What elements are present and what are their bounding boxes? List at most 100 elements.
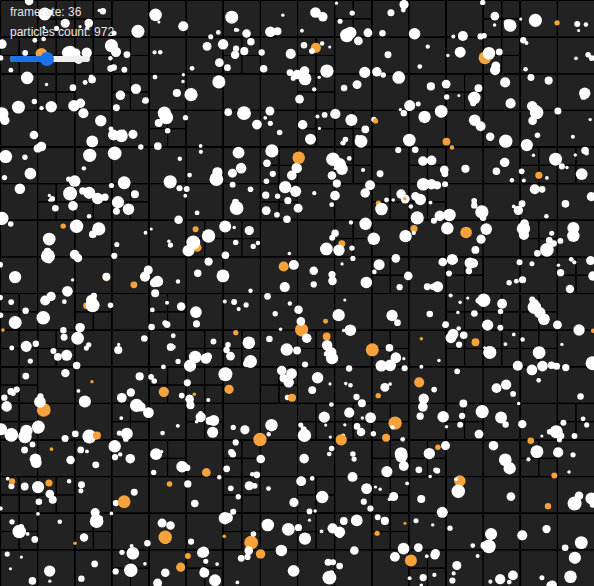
quadtree-cell — [390, 330, 409, 348]
particle — [547, 429, 553, 435]
particle — [80, 533, 88, 541]
quadtree-cell — [557, 184, 594, 221]
particle — [166, 521, 174, 529]
particle — [512, 333, 516, 337]
quadtree-cell — [112, 403, 131, 421]
quadtree-cell — [260, 403, 297, 440]
quadtree-cell — [75, 257, 112, 294]
particle — [154, 142, 162, 150]
particle — [390, 552, 400, 562]
particle — [9, 567, 12, 570]
quadtree-cell — [465, 92, 484, 110]
quadtree-cell — [576, 147, 594, 165]
quadtree-cell — [427, 458, 446, 476]
quadtree-cell — [446, 513, 483, 550]
quadtree-cell — [75, 147, 112, 184]
particle — [378, 488, 382, 492]
particle — [288, 394, 296, 402]
particle — [277, 366, 287, 376]
particle — [296, 476, 306, 486]
particle — [351, 515, 363, 527]
particle — [447, 254, 458, 265]
particle — [204, 257, 212, 265]
particle — [32, 421, 45, 434]
quadtree-cell — [1, 294, 38, 331]
particle — [108, 56, 113, 61]
quadtree-cell — [260, 202, 279, 220]
particle — [186, 401, 194, 409]
quadtree-cell — [242, 513, 261, 531]
particle — [328, 382, 331, 385]
particle — [350, 256, 355, 261]
particle — [400, 437, 405, 442]
particle — [343, 298, 346, 301]
particle — [0, 295, 3, 301]
particle — [217, 269, 230, 282]
quadtree-cell — [205, 330, 224, 348]
particle — [95, 115, 106, 126]
quadtree-cell — [1, 385, 20, 403]
slider-thumb[interactable] — [40, 52, 54, 66]
particle — [537, 361, 548, 372]
particle — [263, 159, 271, 167]
particle — [339, 171, 342, 174]
particle — [354, 423, 361, 430]
particle — [491, 12, 500, 21]
particle — [190, 66, 195, 71]
particle — [441, 441, 450, 450]
particle — [244, 302, 249, 307]
quadtree-cell — [186, 294, 223, 331]
quadtree-cell — [446, 294, 465, 312]
particle — [0, 107, 8, 120]
quadtree-cell — [298, 110, 335, 147]
quadtree-cell — [149, 403, 186, 440]
particle — [466, 268, 473, 275]
particle — [353, 394, 359, 400]
quadtree-cell — [446, 422, 465, 440]
quadtree-cell — [223, 1, 260, 38]
quadtree-cell — [409, 220, 446, 257]
particle — [39, 106, 43, 110]
particle — [333, 245, 344, 256]
particle — [274, 212, 280, 218]
particle — [324, 424, 327, 427]
particle — [204, 353, 212, 361]
particle — [330, 559, 336, 565]
particle — [123, 203, 134, 214]
quadtree-cell — [298, 367, 372, 440]
particle — [322, 571, 336, 585]
particle — [476, 235, 485, 244]
particle — [447, 525, 452, 530]
particle — [70, 84, 77, 91]
quadtree-cell — [446, 440, 520, 513]
particle — [426, 44, 430, 48]
particle — [90, 380, 93, 383]
particle — [171, 345, 175, 349]
particle — [387, 9, 394, 16]
quadtree-cell — [335, 367, 372, 404]
particles-slider[interactable] — [10, 51, 90, 67]
quadtree-cell — [130, 92, 149, 110]
particle — [210, 172, 224, 186]
quadtree-cell — [372, 275, 391, 293]
particle — [445, 425, 448, 428]
particle — [279, 261, 289, 271]
particle — [510, 391, 516, 397]
particle — [222, 535, 226, 539]
particle — [329, 202, 334, 207]
particle — [432, 573, 436, 577]
particle — [431, 523, 434, 526]
quadtree-cell — [483, 1, 520, 38]
quadtree-cell — [557, 220, 594, 257]
particle — [185, 553, 191, 559]
particle — [475, 430, 484, 439]
particle — [551, 472, 557, 478]
quadtree-cell — [483, 147, 520, 184]
particle — [175, 359, 180, 364]
particle — [222, 251, 230, 259]
particle — [299, 72, 312, 85]
quadtree-cell — [149, 440, 298, 586]
particle — [401, 8, 406, 13]
quadtree-cell — [168, 367, 187, 385]
particle — [345, 114, 357, 126]
